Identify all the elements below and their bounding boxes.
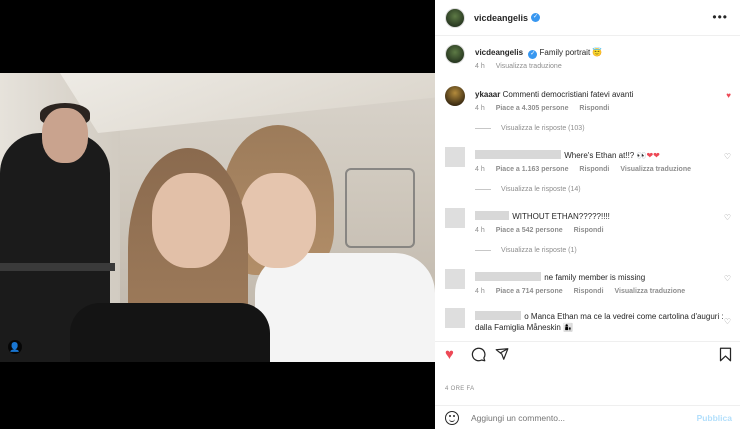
comment-time[interactable]: 4 h [475,105,485,112]
photo-person-center-body [70,303,270,362]
comment-time[interactable]: 4 h [475,288,485,295]
caption-meta: 4 h Visualizza traduzione [475,63,571,70]
comment-input[interactable] [471,412,691,423]
comment-reply-button[interactable]: Rispondi [574,227,604,234]
caption-avatar[interactable] [445,44,465,64]
view-replies-link[interactable]: Visualizza le risposte (1) [475,247,577,254]
caption-translate-link[interactable]: Visualizza traduzione [496,63,562,70]
heart-icon[interactable]: ♥ [445,347,454,363]
more-options-icon[interactable]: ••• [712,10,728,24]
comment-reply-button[interactable]: Rispondi [579,105,609,112]
comment-like-heart-icon[interactable]: ♡ [724,274,731,283]
comment-avatar[interactable] [445,86,465,106]
comment-avatar[interactable] [445,147,465,167]
author-avatar[interactable] [445,7,465,28]
post-photo[interactable] [0,73,435,362]
photo-person-right-shirt [255,253,435,362]
instagram-post-modal: 👤 vicdeangelis ✓ ••• vicdeangelis ✓ Fami… [0,0,740,429]
photo-person-right-face [240,173,316,268]
comment-meta: 4 h Piace a 4.305 persone Rispondi [475,105,618,112]
redacted-username [475,311,521,320]
comment-body: ykaaar Commenti democristiani fatevi ava… [475,89,725,100]
comment-meta: 4 h Piace a 1.163 persone Rispondi Visua… [475,166,700,173]
caption-body: vicdeangelis ✓ Family portrait 😇 [475,47,725,59]
media-pane: 👤 [0,0,435,429]
verified-badge-icon: ✓ [528,50,538,59]
caption-username[interactable]: vicdeangelis [475,48,523,57]
comment-text: ne family member is missing [544,273,646,282]
author-username[interactable]: vicdeangelis [474,13,528,23]
caption-time[interactable]: 4 h [475,63,485,70]
comment-username[interactable]: ykaaar [475,90,500,99]
comment-like-heart-icon[interactable]: ♡ [724,317,731,326]
comment-body: ne family member is missing [475,272,725,283]
comment-reply-button[interactable]: Rispondi [579,166,609,173]
photo-belt [0,263,115,271]
comment-item: o Manca Ethan ma ce la vedrei come carto… [445,308,735,341]
comment-text-prefix: o [524,312,529,321]
redacted-username [475,150,561,159]
comment-icon[interactable] [471,347,486,366]
comment-meta: 4 h Piace a 714 persone Rispondi Visuali… [475,288,694,295]
comment-likes[interactable]: Piace a 714 persone [496,288,563,295]
share-icon[interactable] [495,347,509,365]
comment-body: Where's Ethan at!!? 👀❤❤ [475,150,725,161]
emoji-picker-icon[interactable] [445,410,459,425]
comment-time[interactable]: 4 h [475,166,485,173]
post-comment-button[interactable]: Pubblica [697,413,732,423]
comment-item: WITHOUT ETHAN?????!!!! 4 h Piace a 542 p… [445,208,735,260]
comment-like-heart-icon[interactable]: ♡ [724,213,731,222]
comment-item: ykaaar Commenti democristiani fatevi ava… [445,86,735,138]
comment-emoji: 👩‍👦 [563,323,574,332]
verified-badge-icon: ✓ [531,13,541,22]
post-actions-bar: ♥ [435,341,740,367]
comment-like-heart-icon[interactable]: ♥ [726,91,731,100]
comment-translate-link[interactable]: Visualizza traduzione [614,288,685,295]
photo-rack [345,168,415,248]
comment-item: Where's Ethan at!!? 👀❤❤ 4 h Piace a 1.16… [445,147,735,199]
comment-likes[interactable]: Piace a 1.163 persone [496,166,569,173]
comment-emoji: 👀❤❤ [636,151,660,160]
comment-likes[interactable]: Piace a 542 persone [496,227,563,234]
comment-reply-button[interactable]: Rispondi [574,288,604,295]
caption-emoji: 😇 [592,48,603,57]
comment-text: Where's Ethan at!!? [564,151,635,160]
comment-item: ne family member is missing 4 h Piace a … [445,269,735,303]
post-date[interactable]: 4 ORE FA [445,386,474,392]
comment-body: WITHOUT ETHAN?????!!!! [475,211,725,222]
comment-text: WITHOUT ETHAN?????!!!! [512,212,610,221]
view-replies-link[interactable]: Visualizza le risposte (14) [475,186,581,193]
photo-person-center-face [152,173,230,268]
photo-person-left-face [42,108,88,163]
comment-text: Commenti democristiani fatevi avanti [502,90,634,99]
comment-avatar[interactable] [445,308,465,328]
photo-ceiling [60,73,435,133]
post-side-pane: vicdeangelis ✓ ••• vicdeangelis ✓ Family… [435,0,740,429]
comment-body: o Manca Ethan ma ce la vedrei come carto… [475,311,725,333]
comment-translate-link[interactable]: Visualizza traduzione [620,166,691,173]
comments-list: vicdeangelis ✓ Family portrait 😇 4 h Vis… [435,36,740,341]
caption-text: Family portrait [539,48,591,57]
comment-composer: Pubblica [435,405,740,429]
caption-item: vicdeangelis ✓ Family portrait 😇 4 h Vis… [445,44,735,74]
comment-avatar[interactable] [445,269,465,289]
user-tag-icon[interactable]: 👤 [8,340,22,354]
comment-meta: 4 h Piace a 542 persone Rispondi [475,227,613,234]
redacted-username [475,211,509,220]
comment-like-heart-icon[interactable]: ♡ [724,152,731,161]
comment-likes[interactable]: Piace a 4.305 persone [496,105,569,112]
redacted-username [475,272,541,281]
comment-time[interactable]: 4 h [475,227,485,234]
comment-avatar[interactable] [445,208,465,228]
post-header: vicdeangelis ✓ ••• [435,0,740,36]
bookmark-icon[interactable] [719,347,732,366]
view-replies-link[interactable]: Visualizza le risposte (103) [475,125,585,132]
